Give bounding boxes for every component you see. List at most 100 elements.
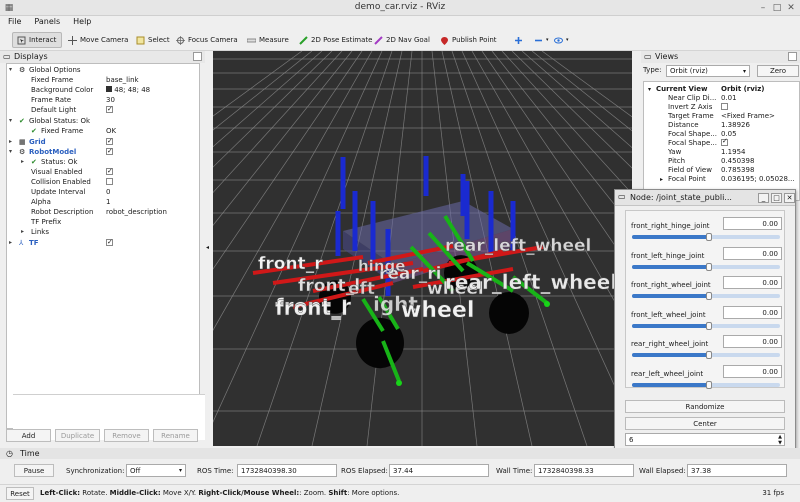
view-row-target-frame[interactable]: Target Frame <Fixed Frame>	[644, 112, 800, 121]
joint-slider[interactable]	[632, 233, 780, 241]
view-type-select[interactable]: Orbit (rviz) ▾	[666, 65, 750, 77]
row-value[interactable]	[106, 146, 113, 157]
float-button[interactable]	[788, 52, 797, 61]
tree-row-links[interactable]: ▸ Links	[7, 227, 199, 237]
row-value[interactable]: 1.1954	[721, 148, 746, 157]
ros-elapsed-field[interactable]: 37.44	[389, 464, 489, 477]
expand-icon[interactable]: ▾	[9, 65, 12, 75]
slider-handle[interactable]	[705, 321, 712, 330]
row-value[interactable]	[106, 237, 113, 248]
row-value[interactable]: 0.785398	[721, 166, 754, 175]
slider-handle[interactable]	[705, 292, 712, 300]
pause-button[interactable]: Pause	[14, 464, 54, 477]
view-row-near-clip[interactable]: Near Clip Di... 0.01	[644, 94, 800, 103]
ros-time-field[interactable]: 1732840398.30	[237, 464, 337, 477]
row-value[interactable]: 0	[106, 187, 110, 197]
tree-row-frame-rate[interactable]: Frame Rate 30	[7, 95, 199, 105]
expand-icon[interactable]: ▸	[21, 227, 24, 237]
row-value[interactable]	[106, 104, 113, 115]
checkbox[interactable]	[721, 103, 728, 110]
displays-tree[interactable]: ▾ ⚙ Global Options Fixed Frame base_link…	[6, 63, 207, 440]
tree-row-tf[interactable]: ▸ ⅄ TF	[7, 237, 199, 248]
tool-select[interactable]: Select	[132, 32, 174, 48]
joint-slider[interactable]	[632, 380, 780, 389]
checkbox[interactable]	[106, 104, 113, 114]
view-row-pitch[interactable]: Pitch 0.450398	[644, 157, 800, 166]
row-value[interactable]	[721, 103, 728, 112]
row-value[interactable]	[721, 137, 728, 148]
joint-value-field[interactable]: 0.00	[723, 217, 782, 230]
close-icon[interactable]: ✕	[786, 3, 796, 13]
expand-icon[interactable]: ▾	[9, 147, 12, 157]
row-value[interactable]: 1.38926	[721, 121, 750, 130]
slider-handle[interactable]	[705, 380, 712, 389]
tree-row-default-light[interactable]: Default Light	[7, 104, 199, 115]
zero-button[interactable]: Zero	[757, 65, 799, 77]
sync-select[interactable]: Off ▾	[126, 464, 186, 477]
node-minimize-button[interactable]: _	[758, 193, 769, 203]
joint-value-field[interactable]: 0.00	[723, 276, 782, 289]
tree-row-robot-description[interactable]: Robot Description robot_description	[7, 207, 199, 217]
tree-row-visual-enabled[interactable]: Visual Enabled	[7, 166, 199, 177]
checkbox[interactable]	[106, 146, 113, 156]
tree-row-robotmodel[interactable]: ▾ ⚙ RobotModel	[7, 146, 199, 157]
randomize-button[interactable]: Randomize	[625, 400, 785, 413]
expand-icon[interactable]: ▾	[9, 116, 12, 126]
spin-arrows-icon[interactable]: ▲ ▼	[778, 434, 782, 446]
tool-publish-point[interactable]: Publish Point	[436, 32, 501, 48]
checkbox[interactable]	[106, 136, 113, 146]
expand-icon[interactable]: ▸	[21, 157, 24, 167]
center-button[interactable]: Center	[625, 417, 785, 430]
row-value[interactable]: robot_description	[106, 207, 167, 217]
row-value[interactable]: 1	[106, 197, 110, 207]
checkbox[interactable]	[106, 166, 113, 176]
row-value[interactable]: base_link	[106, 75, 139, 85]
view-row-invert-z[interactable]: Invert Z Axis	[644, 103, 800, 112]
tree-row-collision-enabled[interactable]: Collision Enabled	[7, 177, 199, 187]
maximize-icon[interactable]: □	[772, 3, 782, 13]
node-maximize-button[interactable]: □	[771, 193, 782, 203]
view-row-yaw[interactable]: Yaw 1.1954	[644, 148, 800, 157]
joint-value-field[interactable]: 0.00	[723, 364, 782, 378]
joint-count-spinbox[interactable]: 6 ▲ ▼	[625, 433, 785, 446]
tree-row-global-options[interactable]: ▾ ⚙ Global Options	[7, 65, 199, 75]
tool-2d-pose-estimate[interactable]: 2D Pose Estimate	[295, 32, 376, 48]
tree-row-status-ok[interactable]: ▸ ✔ Status: Ok	[7, 157, 199, 167]
tool-move-camera[interactable]: Move Camera	[64, 32, 132, 48]
row-value[interactable]: 0.450398	[721, 157, 754, 166]
expand-icon[interactable]: ▸	[9, 137, 12, 147]
add-button[interactable]: Add	[6, 429, 51, 442]
reset-button[interactable]: Reset	[6, 487, 34, 500]
tree-row-fixed-frame[interactable]: Fixed Frame base_link	[7, 75, 199, 85]
view-row-focal-point[interactable]: ▸ Focal Point 0.036195; 0.05028...	[644, 175, 800, 184]
menu-help[interactable]: Help	[65, 16, 96, 26]
collapse-left-icon[interactable]: ◂	[206, 244, 209, 251]
render-view[interactable]: front_r rear_left_wheel front_l rear_ri whee…	[213, 51, 632, 446]
view-row-distance[interactable]: Distance 1.38926	[644, 121, 800, 130]
joint-value-field[interactable]: 0.00	[723, 305, 782, 319]
tree-row-global-status[interactable]: ▾ ✔ Global Status: Ok	[7, 116, 199, 126]
joint-value-field[interactable]: 0.00	[723, 335, 782, 348]
tool-measure[interactable]: Measure	[243, 32, 293, 48]
left-splitter[interactable]: ◂	[205, 51, 213, 446]
tree-row-grid[interactable]: ▸ ▦ Grid	[7, 136, 199, 147]
row-value[interactable]	[106, 166, 113, 177]
row-value[interactable]: 0.036195; 0.05028...	[721, 175, 795, 184]
remove-button[interactable]: Remove	[104, 429, 149, 442]
joint-slider[interactable]	[632, 321, 780, 330]
checkbox[interactable]	[106, 237, 113, 247]
duplicate-button[interactable]: Duplicate	[55, 429, 100, 442]
checkbox[interactable]	[106, 178, 113, 185]
view-row-current[interactable]: ▾ Current View Orbit (rviz)	[644, 85, 800, 94]
rename-button[interactable]: Rename	[153, 429, 198, 442]
checkbox[interactable]	[721, 137, 728, 146]
tool-2d-nav-goal[interactable]: 2D Nav Goal	[370, 32, 434, 48]
view-row-focal-shape-fixed[interactable]: Focal Shape...	[644, 137, 800, 148]
add-tool-button[interactable]	[510, 32, 527, 48]
slider-handle[interactable]	[705, 233, 712, 241]
row-value[interactable]: <Fixed Frame>	[721, 112, 775, 121]
joint-slider[interactable]	[632, 351, 780, 359]
wall-time-field[interactable]: 1732840398.33	[534, 464, 634, 477]
slider-handle[interactable]	[705, 351, 712, 359]
joint-slider[interactable]	[632, 262, 780, 271]
